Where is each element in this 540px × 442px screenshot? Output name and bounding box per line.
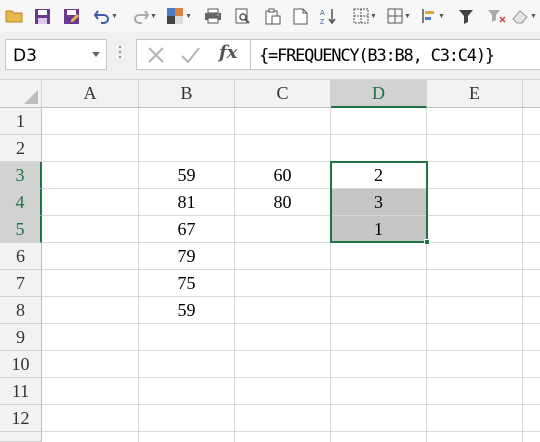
row-header-13[interactable] <box>0 432 42 442</box>
cancel-icon[interactable] <box>145 44 169 66</box>
new-doc-icon[interactable] <box>290 4 310 28</box>
gridline <box>42 134 540 135</box>
gridline <box>330 108 331 442</box>
gridline <box>42 242 540 243</box>
column-header-f[interactable] <box>523 80 540 108</box>
column-header-c[interactable]: C <box>235 80 331 108</box>
paste-icon[interactable] <box>262 4 282 28</box>
quick-access-toolbar: ▼ ▼ ▼ AZ ▼ ▼ ▼ ▼ <box>0 0 540 32</box>
resize-handle[interactable] <box>118 44 122 64</box>
formula-text: {=FREQUENCY(B3:B8, C3:C4)} <box>259 46 495 66</box>
filter-icon[interactable] <box>456 4 476 28</box>
cell-b8[interactable]: 59 <box>139 297 234 324</box>
row-header-1[interactable]: 1 <box>0 108 42 135</box>
folder-icon[interactable] <box>4 4 24 28</box>
cell-d4[interactable]: 3 <box>331 189 426 216</box>
cell-b6[interactable]: 79 <box>139 243 234 270</box>
column-header-b[interactable]: B <box>139 80 235 108</box>
row-header-6[interactable]: 6 <box>0 243 42 270</box>
row-header-2[interactable]: 2 <box>0 135 42 162</box>
cell-b7[interactable]: 75 <box>139 270 234 297</box>
formula-bar-row: D3 fx {=FREQUENCY(B3:B8, C3:C4)} <box>0 32 540 80</box>
select-all-button[interactable] <box>0 80 42 108</box>
gridline <box>42 350 540 351</box>
save-as-icon[interactable] <box>61 4 81 28</box>
row-header-7[interactable]: 7 <box>0 270 42 297</box>
insert-function-icon[interactable]: fx <box>219 42 237 63</box>
gridline <box>426 108 427 442</box>
grid-icon[interactable]: ▼ <box>384 4 414 28</box>
gridline <box>42 404 540 405</box>
row-header-4[interactable]: 4 <box>0 189 42 216</box>
spreadsheet-grid[interactable]: A B C D E 1 2 3 4 5 6 7 8 9 10 11 12 59 … <box>0 80 540 442</box>
print-icon[interactable] <box>203 4 223 28</box>
gridline <box>42 323 540 324</box>
gridline <box>522 108 523 442</box>
row-header-9[interactable]: 9 <box>0 324 42 351</box>
cell-d5[interactable]: 1 <box>331 216 426 243</box>
print-preview-icon[interactable] <box>232 4 252 28</box>
eraser-icon[interactable]: ▼ <box>510 4 538 28</box>
enter-icon[interactable] <box>179 44 203 66</box>
gridline <box>42 269 540 270</box>
save-icon[interactable] <box>32 4 52 28</box>
row-header-11[interactable]: 11 <box>0 378 42 405</box>
cell-b4[interactable]: 81 <box>139 189 234 216</box>
svg-text:Z: Z <box>320 19 325 25</box>
gridline <box>42 296 540 297</box>
chevron-down-icon[interactable] <box>92 52 100 57</box>
gridline <box>42 377 540 378</box>
undo-icon[interactable]: ▼ <box>91 4 121 28</box>
row-header-12[interactable]: 12 <box>0 405 42 432</box>
align-icon[interactable]: ▼ <box>418 4 448 28</box>
formula-buttons: fx <box>136 39 250 70</box>
clear-filter-icon[interactable] <box>485 4 509 28</box>
row-header-8[interactable]: 8 <box>0 297 42 324</box>
redo-icon[interactable]: ▼ <box>130 4 160 28</box>
format-painter-icon[interactable]: ▼ <box>164 4 194 28</box>
formula-input[interactable]: {=FREQUENCY(B3:B8, C3:C4)} <box>250 39 540 70</box>
column-header-d[interactable]: D <box>331 80 427 108</box>
name-box-value: D3 <box>13 46 37 66</box>
svg-text:A: A <box>320 10 325 17</box>
sort-icon[interactable]: AZ <box>319 4 339 28</box>
cell-d3[interactable]: 2 <box>331 162 426 189</box>
gridline <box>42 431 540 432</box>
name-box[interactable]: D3 <box>5 39 107 70</box>
fill-handle[interactable] <box>424 239 430 245</box>
row-header-3[interactable]: 3 <box>0 162 42 189</box>
cell-c3[interactable]: 60 <box>235 162 330 189</box>
borders-icon[interactable]: ▼ <box>350 4 380 28</box>
cell-b3[interactable]: 59 <box>139 162 234 189</box>
column-header-e[interactable]: E <box>427 80 523 108</box>
row-header-10[interactable]: 10 <box>0 351 42 378</box>
cell-c4[interactable]: 80 <box>235 189 330 216</box>
column-header-a[interactable]: A <box>42 80 139 108</box>
gridline <box>234 108 235 442</box>
row-header-5[interactable]: 5 <box>0 216 42 243</box>
cell-b5[interactable]: 67 <box>139 216 234 243</box>
